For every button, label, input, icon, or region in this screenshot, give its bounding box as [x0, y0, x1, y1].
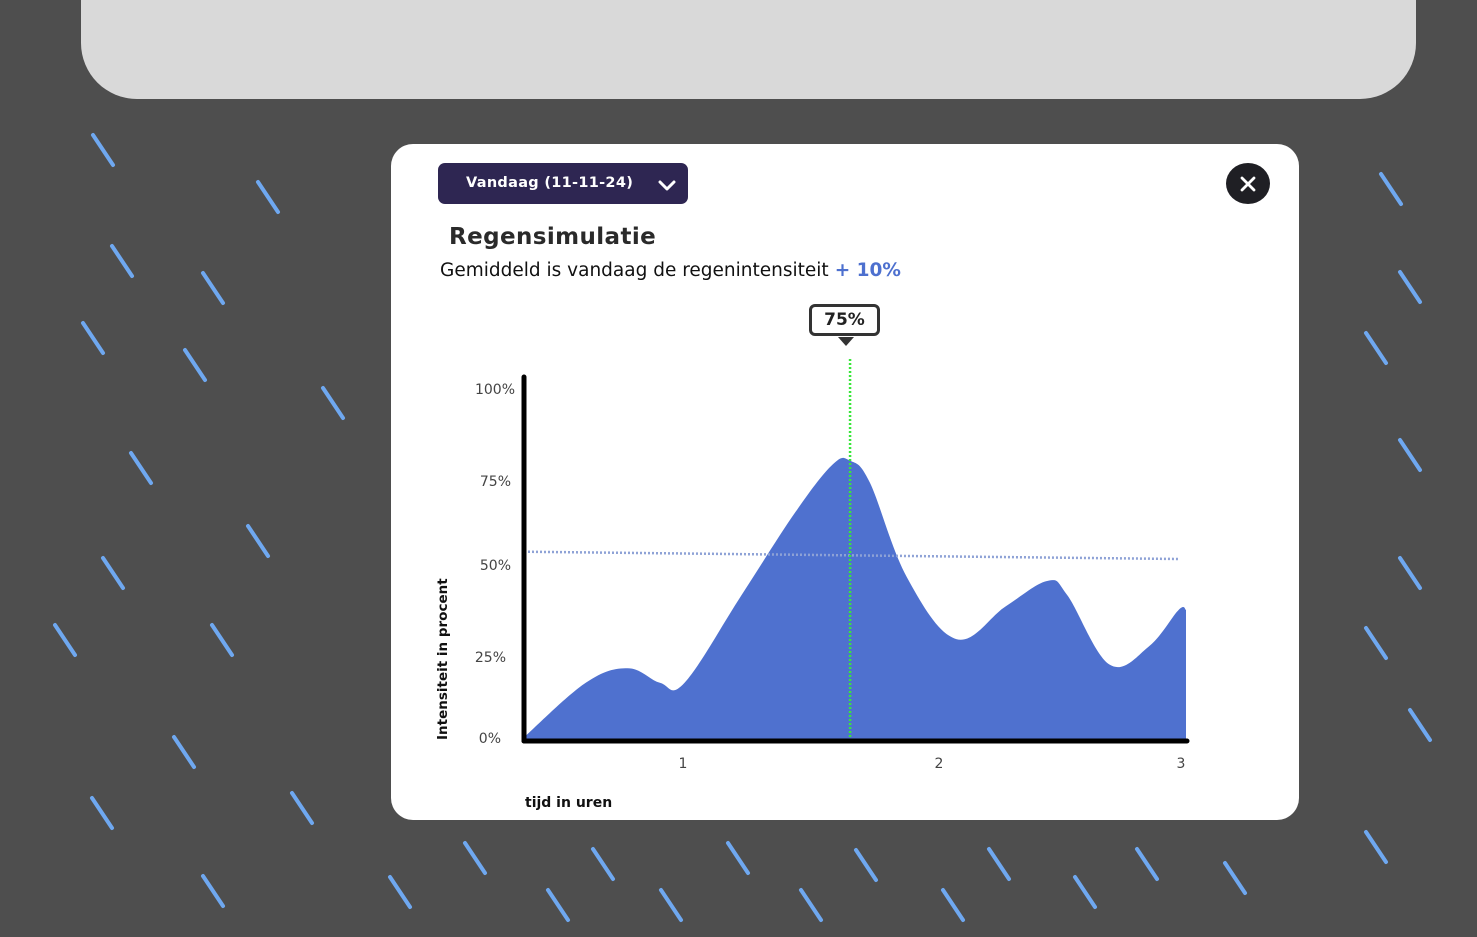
x-tick-label: 2 [934, 756, 944, 772]
raindrop [1408, 708, 1432, 742]
top-panel [81, 0, 1416, 99]
y-axis-label: Intensiteit in procent [435, 578, 451, 740]
rain-simulation-modal: Vandaag (11-11-24) Regensimulatie Gemidd… [391, 144, 1299, 820]
raindrop [591, 847, 615, 881]
raindrop [1364, 331, 1388, 365]
raindrop [53, 623, 77, 657]
raindrop [81, 321, 105, 355]
raindrop [1135, 847, 1159, 881]
raindrop [941, 888, 965, 922]
raindrop [183, 348, 207, 382]
raindrop [256, 180, 280, 214]
intensity-chart [521, 359, 1190, 744]
raindrop [1073, 875, 1097, 909]
raindrop [90, 796, 114, 830]
raindrop [1398, 270, 1422, 304]
raindrop [1398, 438, 1422, 472]
raindrop [726, 841, 750, 875]
raindrop [388, 875, 412, 909]
marker-tooltip-tail [838, 337, 854, 346]
raindrop [201, 271, 225, 305]
intensity-area [524, 457, 1186, 741]
raindrop [91, 133, 115, 167]
raindrop [1364, 830, 1388, 864]
raindrop [110, 244, 134, 278]
raindrop [210, 623, 234, 657]
raindrop [129, 451, 153, 485]
raindrop [321, 386, 345, 420]
marker-tooltip: 75% [809, 304, 880, 336]
raindrop [101, 556, 125, 590]
raindrop [1398, 556, 1422, 590]
raindrop [201, 874, 225, 908]
y-tick-label: 100% [474, 382, 515, 398]
raindrop [659, 888, 683, 922]
x-axis-label: tijd in uren [525, 795, 613, 811]
raindrop [290, 791, 314, 825]
raindrop [1223, 861, 1247, 895]
raindrop [854, 848, 878, 882]
y-tick-label: 50% [479, 558, 511, 574]
raindrop [463, 841, 487, 875]
raindrop [546, 888, 570, 922]
raindrop [1364, 626, 1388, 660]
raindrop [987, 847, 1011, 881]
y-tick-label: 75% [479, 474, 511, 490]
y-tick-label: 25% [474, 650, 506, 666]
raindrop [1379, 172, 1403, 206]
raindrop [799, 888, 823, 922]
raindrop [246, 524, 270, 558]
x-tick-label: 3 [1176, 756, 1186, 772]
x-tick-label: 1 [678, 756, 688, 772]
raindrop [172, 735, 196, 769]
